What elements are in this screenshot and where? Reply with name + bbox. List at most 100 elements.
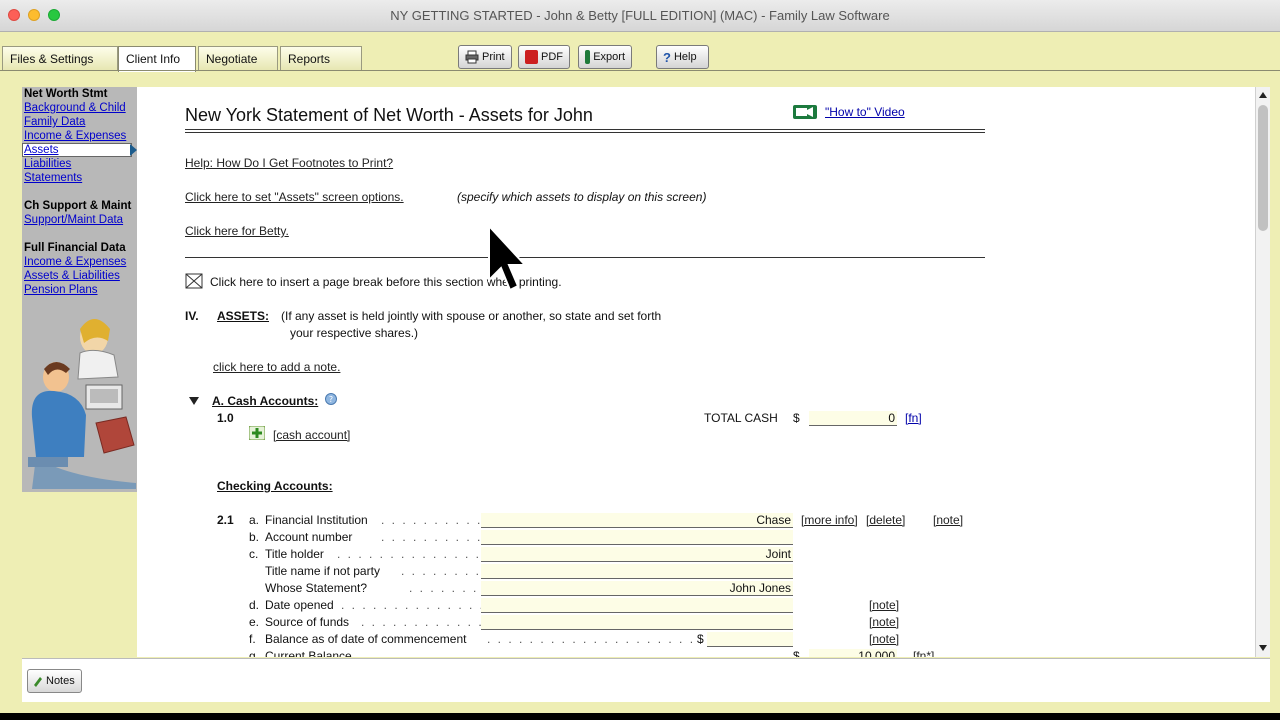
scroll-thumb[interactable] [1258, 105, 1268, 231]
print-label: Print [482, 51, 505, 63]
vertical-scrollbar[interactable] [1255, 87, 1270, 657]
dot-leader: . . . . . . . . . . . . . . . [337, 547, 492, 561]
print-button[interactable]: Print [458, 45, 512, 69]
options-note: (specify which assets to display on this… [457, 190, 707, 204]
title-holder-field[interactable]: Joint [481, 547, 793, 562]
balance-commencement-field[interactable] [707, 632, 793, 647]
section-number: IV. [185, 309, 199, 323]
tab-divider [0, 70, 1280, 71]
date-opened-field[interactable] [481, 598, 793, 613]
section-desc-2: your respective shares.) [290, 326, 419, 340]
pdf-icon [525, 50, 538, 64]
delete-link[interactable]: [delete] [866, 513, 905, 527]
sidebar-item-assets[interactable]: Assets [24, 144, 59, 156]
scroll-down-icon[interactable] [1259, 645, 1267, 651]
other-party-link[interactable]: Click here for Betty. [185, 224, 289, 238]
field-prefix-c: c. [249, 547, 259, 561]
section-desc-1: (If any asset is held jointly with spous… [281, 309, 662, 323]
sidebar-heading-full-financial: Full Financial Data [24, 242, 126, 254]
sidebar-item-family-data[interactable]: Family Data [24, 116, 85, 128]
printer-icon [465, 50, 479, 64]
app-window: NY GETTING STARTED - John & Betty [FULL … [0, 0, 1280, 713]
section-title: ASSETS: [217, 309, 270, 323]
balance-commencement-currency: $ [697, 632, 704, 646]
page-break-icon[interactable] [185, 273, 203, 289]
help-button[interactable]: ? Help [656, 45, 709, 69]
checking-item-number: 2.1 [217, 513, 234, 527]
cash-accounts-title: A. Cash Accounts: [212, 394, 319, 408]
field-label-title-holder: Title holder [265, 547, 324, 561]
mouse-cursor-icon [488, 224, 528, 292]
main-content: New York Statement of Net Worth - Assets… [137, 87, 1255, 657]
window-title: NY GETTING STARTED - John & Betty [FULL … [390, 8, 890, 23]
sidebar-item-support-maint[interactable]: Support/Maint Data [24, 214, 123, 226]
field-label-whose-statement: Whose Statement? [265, 581, 368, 595]
assets-options-link[interactable]: Click here to set "Assets" screen option… [185, 190, 404, 204]
info-icon[interactable]: ? [325, 393, 337, 405]
add-note-link[interactable]: click here to add a note. [213, 360, 340, 374]
pdf-label: PDF [541, 51, 563, 63]
howto-video-link[interactable]: "How to" Video [825, 105, 905, 119]
active-arrow-icon [130, 144, 137, 156]
clerk-illustration [28, 319, 136, 489]
export-label: Export [593, 51, 625, 63]
institution-field[interactable]: Chase [481, 513, 793, 528]
add-cash-account-link[interactable]: [cash account] [273, 428, 350, 442]
sidebar-item-income-expenses-full[interactable]: Income & Expenses [24, 256, 126, 268]
tab-negotiate[interactable]: Negotiate [198, 46, 278, 71]
sidebar-item-statements[interactable]: Statements [24, 172, 82, 184]
scroll-up-icon[interactable] [1259, 92, 1267, 98]
field-prefix-d: d. [249, 598, 260, 612]
pencil-icon [34, 677, 42, 687]
current-balance-currency: $ [793, 649, 800, 657]
dot-leader: . . . . . . . . . [401, 564, 492, 578]
pdf-button[interactable]: PDF [518, 45, 570, 69]
title-underline-2 [185, 132, 985, 133]
video-camera-icon[interactable] [793, 104, 817, 120]
account-number-field[interactable] [481, 530, 793, 545]
field-prefix-a: a. [249, 513, 260, 527]
tab-files-settings[interactable]: Files & Settings [2, 46, 118, 71]
source-of-funds-field[interactable] [481, 615, 793, 630]
help-footnotes-link[interactable]: Help: How Do I Get Footnotes to Print? [185, 156, 393, 170]
dot-leader: . . . . . . . . [409, 581, 490, 595]
note-link-source-of-funds[interactable]: [note] [869, 615, 899, 629]
field-prefix-b: b. [249, 530, 260, 544]
dot-leader: . . . . . . . . . . . . . . [341, 598, 486, 612]
current-balance-field[interactable]: 10,000 [809, 649, 897, 657]
sidebar: Net Worth Stmt Background & Child Family… [22, 87, 137, 492]
sidebar-item-pension-plans[interactable]: Pension Plans [24, 284, 98, 296]
whose-statement-field[interactable]: John Jones [481, 581, 793, 596]
question-icon: ? [663, 49, 671, 65]
export-button[interactable]: Export [578, 45, 632, 69]
field-label-balance-commencement: Balance as of date of commencement [265, 632, 467, 646]
field-label-institution: Financial Institution [265, 513, 368, 527]
note-link-date-opened[interactable]: [note] [869, 598, 899, 612]
field-label-current-balance: Current Balance [265, 649, 352, 657]
sidebar-item-liabilities[interactable]: Liabilities [24, 158, 71, 170]
plus-icon[interactable] [249, 426, 265, 440]
total-cash-currency: $ [793, 411, 800, 425]
tab-client-info[interactable]: Client Info [118, 46, 196, 72]
total-cash-field[interactable]: 0 [809, 411, 897, 426]
notes-button[interactable]: Notes [27, 669, 82, 693]
note-link-balance[interactable]: [note] [869, 632, 899, 646]
cash-item-number: 1.0 [217, 411, 234, 425]
sidebar-heading-ch-support: Ch Support & Maint [24, 200, 132, 212]
triangle-down-icon[interactable] [189, 396, 199, 406]
page-title: New York Statement of Net Worth - Assets… [185, 105, 593, 125]
field-label-date-opened: Date opened [265, 598, 334, 612]
svg-text:?: ? [329, 395, 333, 404]
sidebar-item-assets-liabilities[interactable]: Assets & Liabilities [24, 270, 120, 282]
field-label-account-number: Account number [265, 530, 353, 544]
excel-icon [585, 50, 591, 64]
field-label-title-name: Title name if not party [265, 564, 380, 578]
tab-reports[interactable]: Reports [280, 46, 362, 71]
sidebar-item-income-expenses[interactable]: Income & Expenses [24, 130, 126, 142]
title-name-field[interactable] [481, 564, 793, 579]
sidebar-item-background-child[interactable]: Background & Child [24, 102, 126, 114]
more-info-link[interactable]: [more info] [801, 513, 858, 527]
note-link-institution[interactable]: [note] [933, 513, 963, 527]
total-cash-fn-link[interactable]: [fn] [905, 411, 922, 425]
current-balance-fn-link[interactable]: [fn*] [913, 649, 934, 657]
